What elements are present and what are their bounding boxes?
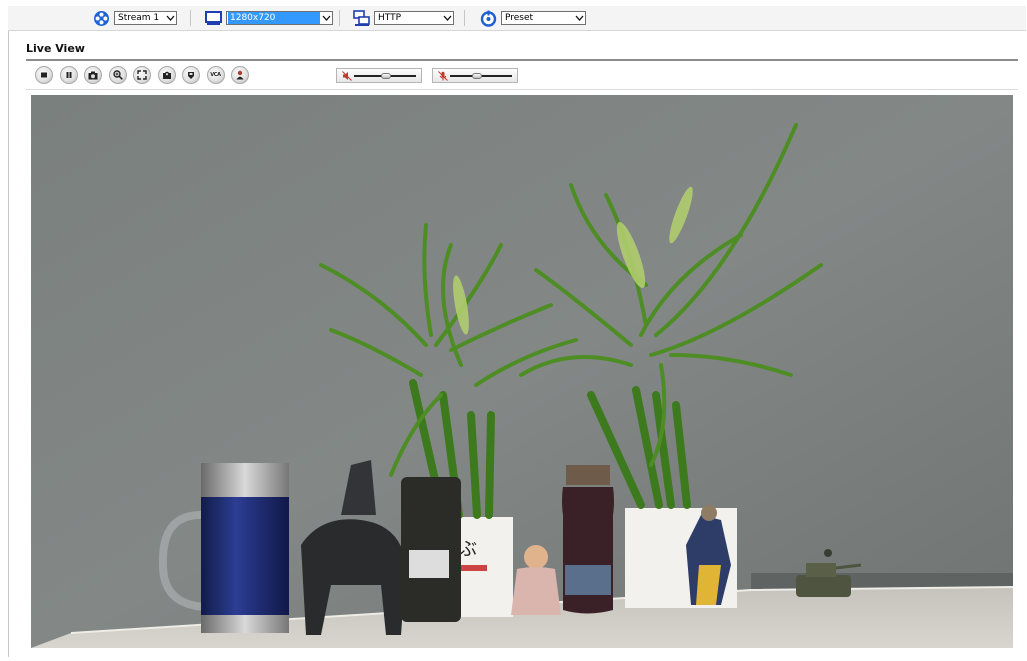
stop-button[interactable] [35, 66, 53, 84]
chevron-down-icon [573, 12, 585, 24]
record-icon [162, 71, 171, 79]
controls-divider [26, 89, 1018, 90]
speaker-volume-slider[interactable] [336, 68, 422, 83]
preset-select-value: Preset [505, 13, 534, 23]
monitor-icon [205, 10, 222, 25]
vca-icon: VCA [210, 72, 221, 78]
preset-select[interactable]: Preset [501, 11, 586, 25]
protocol-select-value: HTTP [378, 13, 402, 23]
player-controls: VCA [35, 66, 256, 86]
title-divider [26, 59, 1018, 61]
stop-icon [41, 72, 47, 78]
live-video-view[interactable]: ぶ ぶ [31, 95, 1013, 648]
speaker-volume-knob[interactable] [381, 73, 391, 79]
network-icon [353, 9, 370, 26]
fullscreen-icon [137, 70, 147, 80]
mic-volume-slider[interactable] [432, 68, 518, 83]
chevron-down-icon [320, 12, 332, 24]
mic-muted-icon [438, 71, 448, 81]
stream-icon [94, 10, 109, 26]
stream-select-value: Stream 1 [118, 13, 160, 23]
protocol-group: HTTP [353, 9, 454, 27]
preset-group: Preset [480, 9, 586, 27]
alarm-button[interactable] [182, 66, 200, 84]
toolbar-divider [190, 10, 191, 26]
record-button[interactable] [157, 66, 176, 84]
snapshot-button[interactable] [84, 66, 102, 84]
chevron-down-icon [441, 12, 453, 24]
chevron-down-icon [164, 12, 176, 24]
stream-group: Stream 1 [93, 9, 177, 27]
top-toolbar: Stream 1 1280x720 HTTP Preset [8, 6, 1026, 31]
person-icon [236, 70, 244, 80]
resolution-select[interactable]: 1280x720 [226, 11, 333, 25]
pause-button[interactable] [59, 66, 78, 84]
toolbar-divider [464, 10, 465, 26]
video-frame-image: ぶ ぶ [31, 95, 1013, 648]
svg-text:ぶ: ぶ [459, 539, 477, 560]
preset-icon [480, 10, 497, 27]
toolbar-divider [339, 10, 340, 26]
mic-volume-knob[interactable] [471, 73, 482, 79]
resolution-group: 1280x720 [205, 9, 333, 27]
person-button[interactable] [231, 66, 249, 84]
snapshot-icon [88, 71, 98, 79]
digital-zoom-button[interactable] [108, 66, 127, 84]
protocol-select[interactable]: HTTP [374, 11, 454, 25]
speaker-muted-icon [342, 71, 352, 81]
fullscreen-button[interactable] [133, 66, 151, 84]
vca-button[interactable]: VCA [206, 66, 225, 84]
alarm-icon [188, 72, 194, 79]
stream-select[interactable]: Stream 1 [114, 11, 177, 25]
pause-icon [66, 72, 71, 78]
page-title: Live View [26, 42, 85, 55]
resolution-select-value: 1280x720 [228, 12, 320, 24]
zoom-icon [112, 70, 123, 80]
